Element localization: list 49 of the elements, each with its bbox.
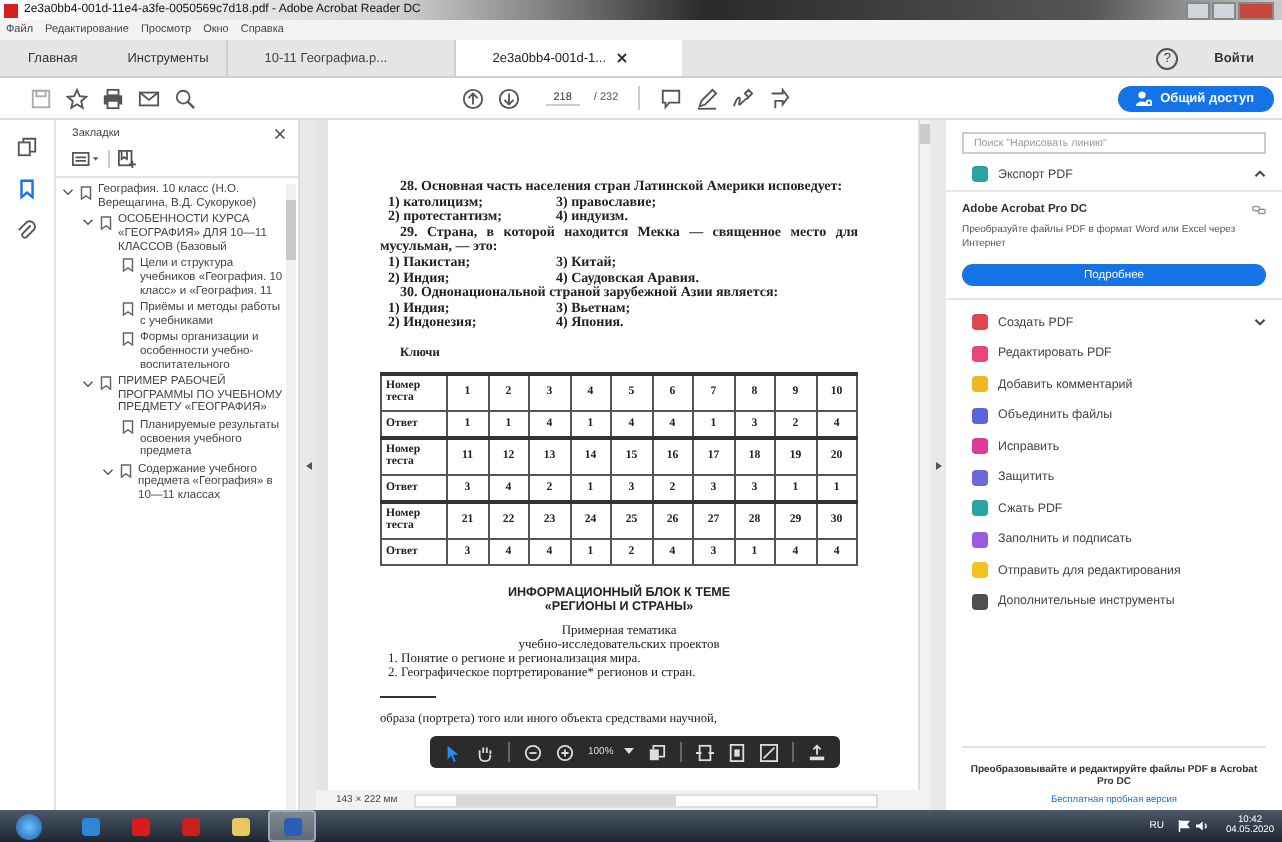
bookmark-icon bbox=[120, 464, 132, 479]
start-button[interactable] bbox=[16, 813, 42, 839]
new-bookmark-icon[interactable] bbox=[118, 150, 136, 168]
export-pdf-icon bbox=[972, 166, 988, 182]
chevron-icon[interactable] bbox=[1254, 168, 1266, 180]
user-add-icon bbox=[1136, 90, 1153, 106]
chevron-icon[interactable] bbox=[102, 465, 114, 478]
hand-icon[interactable] bbox=[476, 743, 494, 761]
link-icon[interactable] bbox=[1252, 204, 1266, 216]
acrobat-app-icon bbox=[4, 3, 18, 17]
close-button[interactable] bbox=[1238, 1, 1274, 19]
zoom-in-icon[interactable] bbox=[556, 743, 574, 761]
scrollbar[interactable] bbox=[918, 120, 930, 790]
caret-icon bbox=[623, 748, 634, 756]
mail-icon[interactable] bbox=[138, 87, 160, 109]
close-icon[interactable] bbox=[274, 128, 286, 140]
chevron-icon[interactable] bbox=[82, 216, 94, 229]
bookmark-icon bbox=[80, 185, 92, 199]
chevron-icon[interactable] bbox=[62, 186, 74, 198]
close-icon[interactable] bbox=[616, 52, 629, 64]
options-dropdown-icon[interactable] bbox=[72, 150, 100, 168]
upload-icon[interactable] bbox=[807, 743, 826, 761]
bookmark-icon bbox=[100, 215, 112, 230]
scrollbar[interactable] bbox=[413, 793, 878, 807]
chevron-icon[interactable] bbox=[82, 377, 94, 390]
chevron-icon[interactable] bbox=[1254, 316, 1266, 328]
full-screen-icon[interactable] bbox=[759, 743, 778, 761]
fit-width-icon[interactable] bbox=[695, 743, 714, 761]
search-icon[interactable] bbox=[174, 87, 196, 109]
speaker-icon[interactable] bbox=[1195, 820, 1208, 832]
signature-icon[interactable] bbox=[732, 87, 755, 109]
print-icon[interactable] bbox=[102, 87, 124, 109]
pages-icon[interactable] bbox=[647, 743, 666, 761]
bookmark-icon[interactable] bbox=[16, 178, 38, 200]
pages-icon[interactable] bbox=[16, 136, 38, 158]
zoom-out-icon[interactable] bbox=[524, 743, 542, 761]
pen-icon[interactable] bbox=[696, 87, 719, 109]
pointer-icon[interactable] bbox=[444, 743, 462, 761]
star-icon[interactable] bbox=[66, 87, 88, 109]
scrollbar[interactable] bbox=[286, 184, 296, 810]
fit-page-icon[interactable] bbox=[727, 743, 746, 761]
paperclip-icon[interactable] bbox=[16, 220, 38, 242]
bookmark-icon bbox=[100, 376, 112, 391]
page-down-icon[interactable] bbox=[497, 87, 520, 109]
bookmark-icon bbox=[122, 258, 134, 273]
page-up-icon[interactable] bbox=[461, 87, 484, 109]
bookmark-icon bbox=[122, 420, 134, 435]
comment-icon[interactable] bbox=[660, 87, 683, 109]
flag-icon[interactable] bbox=[1177, 820, 1190, 832]
